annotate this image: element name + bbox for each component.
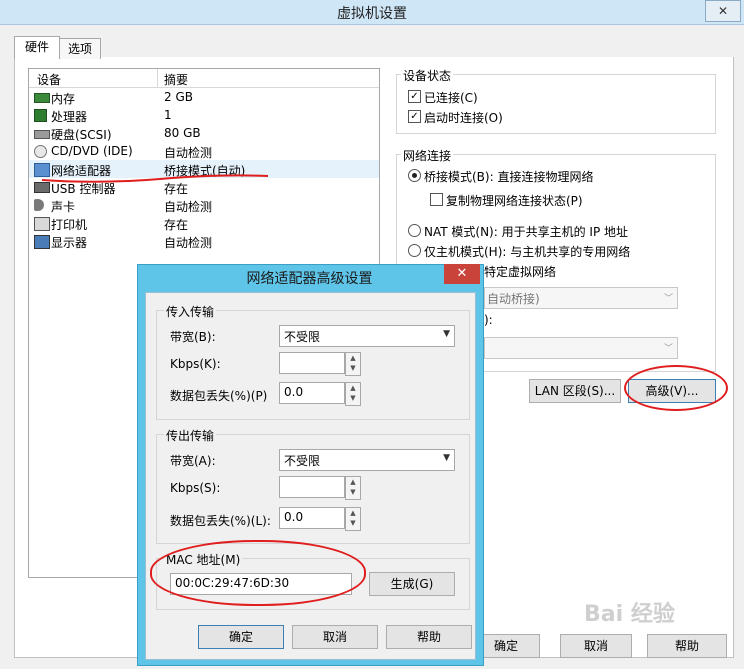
- chevron-down-icon: ﹀: [663, 344, 673, 354]
- device-name: 显示器: [51, 236, 88, 250]
- outgoing-bandwidth-select[interactable]: 不受限 ▼: [279, 449, 455, 471]
- generate-mac-button[interactable]: 生成(G): [369, 572, 455, 596]
- watermark: Bai 经验: [584, 602, 675, 627]
- device-summary: 1: [164, 108, 172, 122]
- device-name: 声卡: [51, 200, 76, 214]
- device-row-cd-dvd[interactable]: CD/DVD (IDE) 自动检测: [29, 142, 379, 160]
- dialog-ok-button[interactable]: 确定: [198, 625, 284, 649]
- tab-options[interactable]: 选项: [59, 38, 101, 59]
- device-row-hard-disk[interactable]: 硬盘(SCSI) 80 GB: [29, 124, 379, 142]
- annotation-underline: [41, 174, 269, 183]
- window-close-button[interactable]: ✕: [705, 0, 741, 22]
- incoming-loss-spinner[interactable]: ▲ ▼: [345, 382, 361, 406]
- connect-on-power-label[interactable]: 启动时连接(O): [424, 109, 503, 126]
- outgoing-kbps-field[interactable]: [279, 476, 345, 498]
- outgoing-loss-label: 数据包丢失(%)(L):: [170, 514, 271, 528]
- custom-network-label[interactable]: 特定虚拟网络: [484, 263, 556, 280]
- bridged-label[interactable]: 桥接模式(B): 直接连接物理网络: [424, 168, 593, 185]
- replicate-checkbox[interactable]: [430, 193, 443, 206]
- device-name: 打印机: [51, 218, 88, 232]
- dialog-close-button[interactable]: ✕: [444, 264, 480, 284]
- replicate-label[interactable]: 复制物理网络连接状态(P): [446, 192, 583, 209]
- column-summary[interactable]: 摘要: [164, 71, 188, 88]
- annotation-circle-mac: [150, 540, 366, 606]
- outgoing-kbps-spinner[interactable]: ▲ ▼: [345, 476, 361, 500]
- device-summary: 2 GB: [164, 90, 193, 104]
- device-name: 处理器: [51, 110, 88, 124]
- device-name: 内存: [51, 92, 76, 106]
- hard-disk-icon: [34, 130, 50, 139]
- select-value: 不受限: [284, 330, 321, 344]
- combo-value: 自动桥接): [487, 292, 540, 306]
- cd-dvd-icon: [34, 145, 47, 158]
- device-row-sound-card[interactable]: 声卡 自动检测: [29, 196, 379, 214]
- tab-hardware[interactable]: 硬件: [14, 36, 60, 59]
- host-only-radio[interactable]: [408, 244, 421, 257]
- chevron-down-icon: ▼: [443, 453, 450, 463]
- outgoing-bandwidth-label: 带宽(A):: [170, 454, 216, 468]
- device-row-printer[interactable]: 打印机 存在: [29, 214, 379, 232]
- window-title: 虚拟机设置: [337, 6, 407, 22]
- column-separator: [157, 69, 158, 87]
- incoming-kbps-label: Kbps(K):: [170, 357, 221, 371]
- dialog-cancel-button[interactable]: 取消: [292, 625, 378, 649]
- printer-icon: [34, 217, 50, 231]
- lan-segment-label: ):: [484, 313, 493, 327]
- incoming-loss-field[interactable]: 0.0: [279, 382, 345, 404]
- cancel-button[interactable]: 取消: [560, 634, 632, 658]
- lan-segment-combo[interactable]: ﹀: [484, 337, 678, 359]
- device-row-memory[interactable]: 内存 2 GB: [29, 88, 379, 106]
- help-button[interactable]: 帮助: [647, 634, 727, 658]
- device-name: CD/DVD (IDE): [51, 144, 133, 158]
- device-summary: 自动检测: [164, 200, 213, 214]
- connect-on-power-checkbox[interactable]: ✓: [408, 110, 421, 123]
- device-row-display[interactable]: 显示器 自动检测: [29, 232, 379, 250]
- sound-card-icon: [34, 199, 44, 211]
- outgoing-loss-spinner[interactable]: ▲ ▼: [345, 507, 361, 531]
- chevron-down-icon: ﹀: [663, 294, 673, 304]
- device-name: 硬盘(SCSI): [51, 128, 112, 142]
- nat-radio[interactable]: [408, 224, 421, 237]
- outgoing-label: 传出传输: [164, 427, 217, 444]
- memory-icon: [34, 93, 50, 103]
- device-list-header: 设备 摘要: [29, 69, 379, 88]
- field-value: 0.0: [284, 385, 304, 399]
- incoming-loss-label: 数据包丢失(%)(P): [170, 389, 268, 403]
- connected-label[interactable]: 已连接(C): [424, 89, 478, 106]
- nat-label[interactable]: NAT 模式(N): 用于共享主机的 IP 地址: [424, 223, 628, 240]
- lan-segment-button[interactable]: LAN 区段(S)...: [529, 379, 621, 403]
- incoming-bandwidth-label: 带宽(B):: [170, 330, 216, 344]
- device-summary: 自动检测: [164, 236, 213, 250]
- incoming-kbps-spinner[interactable]: ▲ ▼: [345, 352, 361, 376]
- select-value: 不受限: [284, 454, 321, 468]
- device-status-label: 设备状态: [401, 67, 454, 84]
- network-connection-label: 网络连接: [401, 147, 454, 164]
- column-device[interactable]: 设备: [37, 71, 61, 88]
- outgoing-kbps-label: Kbps(S):: [170, 481, 221, 495]
- dialog-help-button[interactable]: 帮助: [386, 625, 472, 649]
- connected-checkbox[interactable]: ✓: [408, 90, 421, 103]
- annotation-circle-advanced: [624, 365, 728, 411]
- host-only-label[interactable]: 仅主机模式(H): 与主机共享的专用网络: [424, 243, 630, 260]
- incoming-label: 传入传输: [164, 303, 217, 320]
- field-value: 0.0: [284, 510, 304, 524]
- device-summary: 存在: [164, 218, 189, 232]
- device-summary: 80 GB: [164, 126, 201, 140]
- device-row-processor[interactable]: 处理器 1: [29, 106, 379, 124]
- device-summary: 自动检测: [164, 146, 213, 160]
- outgoing-loss-field[interactable]: 0.0: [279, 507, 345, 529]
- advanced-dialog-title: 网络适配器高级设置: [246, 271, 373, 287]
- custom-network-combo[interactable]: 自动桥接) ﹀: [484, 287, 678, 309]
- cpu-icon: [34, 109, 47, 122]
- incoming-bandwidth-select[interactable]: 不受限 ▼: [279, 325, 455, 347]
- display-icon: [34, 235, 50, 249]
- incoming-kbps-field[interactable]: [279, 352, 345, 374]
- bridged-radio[interactable]: [408, 169, 421, 182]
- chevron-down-icon: ▼: [443, 329, 450, 339]
